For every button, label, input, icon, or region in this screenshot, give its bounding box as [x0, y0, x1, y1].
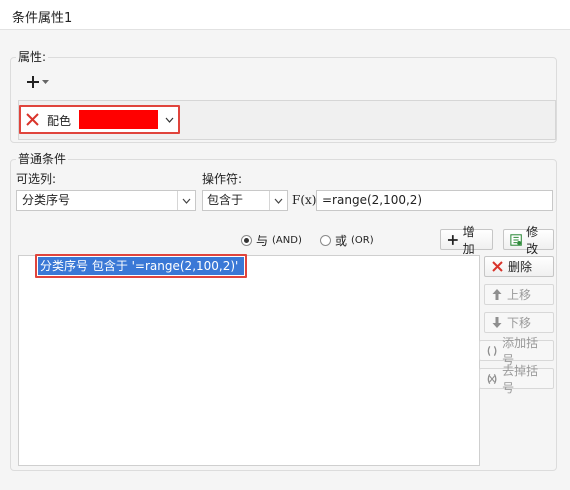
delete-button-label: 删除: [508, 260, 533, 274]
condition-item-highlight: 分类序号 包含于 '=range(2,100,2)': [35, 254, 247, 278]
formula-button[interactable]: F(x): [292, 189, 317, 211]
condition-list-item[interactable]: 分类序号 包含于 '=range(2,100,2)': [38, 257, 244, 275]
move-up-label: 上移: [507, 288, 532, 302]
move-up-button[interactable]: 上移: [484, 284, 554, 305]
add-condition-label: 增加: [462, 224, 475, 256]
chevron-down-icon: [182, 198, 191, 204]
remove-bracket-label: 去掉括号: [502, 363, 539, 395]
move-down-label: 下移: [507, 316, 532, 330]
dialog-title-bar: 条件属性1: [0, 0, 570, 30]
remove-bracket-icon: [487, 373, 497, 384]
or-radio-circle[interactable]: [320, 235, 331, 246]
move-down-button[interactable]: 下移: [484, 312, 554, 333]
operator-select-value: 包含于: [207, 193, 244, 207]
condition-list[interactable]: 分类序号 包含于 '=range(2,100,2)': [18, 254, 480, 466]
modify-icon: [510, 233, 522, 246]
add-bracket-button[interactable]: 添加括号: [479, 336, 554, 367]
remove-icon[interactable]: [25, 112, 40, 127]
dialog-title: 条件属性1: [12, 11, 73, 26]
add-property-button[interactable]: [25, 72, 53, 92]
or-radio-sublabel: (OR): [351, 235, 374, 246]
color-swatch[interactable]: [79, 110, 158, 129]
or-radio-label: 或: [335, 234, 348, 248]
or-radio[interactable]: 或 (OR): [320, 232, 374, 249]
arrow-down-icon: [492, 317, 502, 328]
condition-value-input[interactable]: =range(2,100,2): [316, 190, 553, 211]
and-radio[interactable]: 与 (AND): [241, 232, 302, 249]
bracket-icon: [487, 345, 497, 356]
remove-bracket-button[interactable]: 去掉括号: [479, 364, 554, 395]
plus-icon: [27, 76, 39, 88]
conditions-legend: 普通条件: [16, 150, 69, 167]
plus-icon: [447, 234, 458, 245]
operator-dropdown-button[interactable]: [269, 191, 287, 210]
color-property-item[interactable]: 配色: [19, 105, 180, 134]
modify-condition-button[interactable]: 修改: [503, 225, 554, 256]
column-select[interactable]: 分类序号: [16, 190, 196, 211]
column-label: 可选列:: [16, 172, 57, 186]
and-radio-label: 与: [256, 234, 269, 248]
column-dropdown-button[interactable]: [177, 191, 195, 210]
operator-label: 操作符:: [202, 172, 243, 186]
operator-select[interactable]: 包含于: [202, 190, 288, 211]
delete-button[interactable]: 删除: [484, 256, 554, 277]
properties-legend: 属性:: [16, 48, 49, 65]
and-radio-circle[interactable]: [241, 235, 252, 246]
chevron-down-icon: [165, 117, 173, 123]
modify-condition-label: 修改: [526, 224, 539, 256]
add-condition-button[interactable]: 增加: [440, 225, 493, 256]
delete-icon: [492, 261, 503, 272]
and-radio-sublabel: (AND): [272, 235, 302, 246]
column-select-value: 分类序号: [22, 193, 71, 207]
formula-icon: F(x): [292, 193, 317, 207]
chevron-down-icon: [42, 79, 49, 84]
chevron-down-icon: [274, 198, 283, 204]
arrow-up-icon: [492, 289, 502, 300]
color-dropdown-button[interactable]: [161, 110, 177, 129]
color-property-label: 配色: [47, 114, 72, 128]
